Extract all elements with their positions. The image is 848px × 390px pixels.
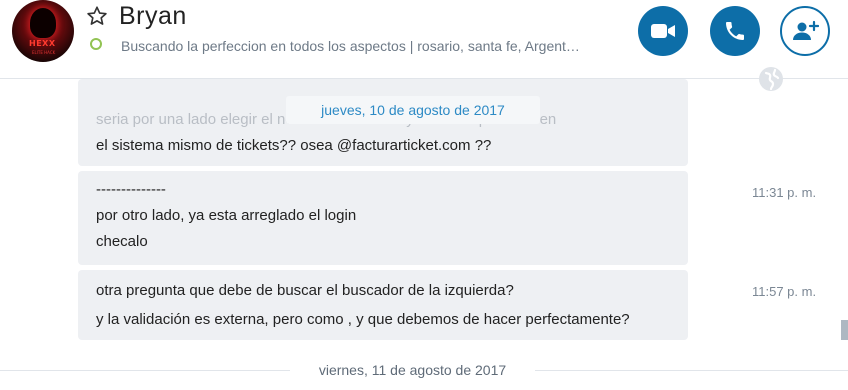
avatar-hood-figure bbox=[30, 8, 56, 38]
globe-icon[interactable] bbox=[758, 66, 784, 92]
message-text-line: y la validación es externa, pero como , … bbox=[96, 311, 630, 328]
contact-avatar[interactable]: HEXX ELITE HACK bbox=[12, 0, 74, 62]
message-timestamp: 11:57 p. m. bbox=[752, 284, 817, 299]
chat-header: HEXX ELITE HACK Bryan Buscando la perfec… bbox=[0, 0, 848, 78]
message-text-line: -------------- bbox=[96, 181, 166, 198]
message-text-line: checalo bbox=[96, 233, 148, 250]
sticky-date-header: jueves, 10 de agosto de 2017 bbox=[286, 96, 540, 124]
add-person-icon bbox=[793, 20, 819, 40]
message-timestamp: 11:31 p. m. bbox=[752, 185, 817, 200]
favorite-star-icon[interactable] bbox=[86, 5, 108, 27]
phone-icon bbox=[726, 22, 744, 40]
video-camera-icon bbox=[651, 24, 675, 38]
add-people-button[interactable] bbox=[780, 6, 830, 56]
scrollbar-thumb[interactable] bbox=[841, 320, 848, 340]
message-bubble[interactable]: -------------- por otro lado, ya esta ar… bbox=[78, 171, 688, 265]
message-text-line: por otro lado, ya esta arreglado el logi… bbox=[96, 207, 357, 224]
contact-mood-message: Buscando la perfeccion en todos los aspe… bbox=[121, 38, 580, 54]
date-divider-line bbox=[0, 370, 290, 371]
date-divider-line bbox=[535, 370, 848, 371]
date-separator: viernes, 11 de agosto de 2017 bbox=[318, 362, 507, 378]
avatar-logo-subtext: ELITE HACK bbox=[32, 50, 56, 55]
presence-status-icon bbox=[90, 38, 102, 50]
message-bubble[interactable]: otra pregunta que debe de buscar el busc… bbox=[78, 270, 688, 340]
avatar-logo-text: HEXX bbox=[29, 39, 56, 48]
message-text-line: otra pregunta que debe de buscar el busc… bbox=[96, 282, 514, 299]
contact-name[interactable]: Bryan bbox=[119, 2, 187, 31]
voice-call-button[interactable] bbox=[710, 6, 760, 56]
video-call-button[interactable] bbox=[638, 6, 688, 56]
message-text-line: el sistema mismo de tickets?? osea @fact… bbox=[96, 137, 492, 154]
